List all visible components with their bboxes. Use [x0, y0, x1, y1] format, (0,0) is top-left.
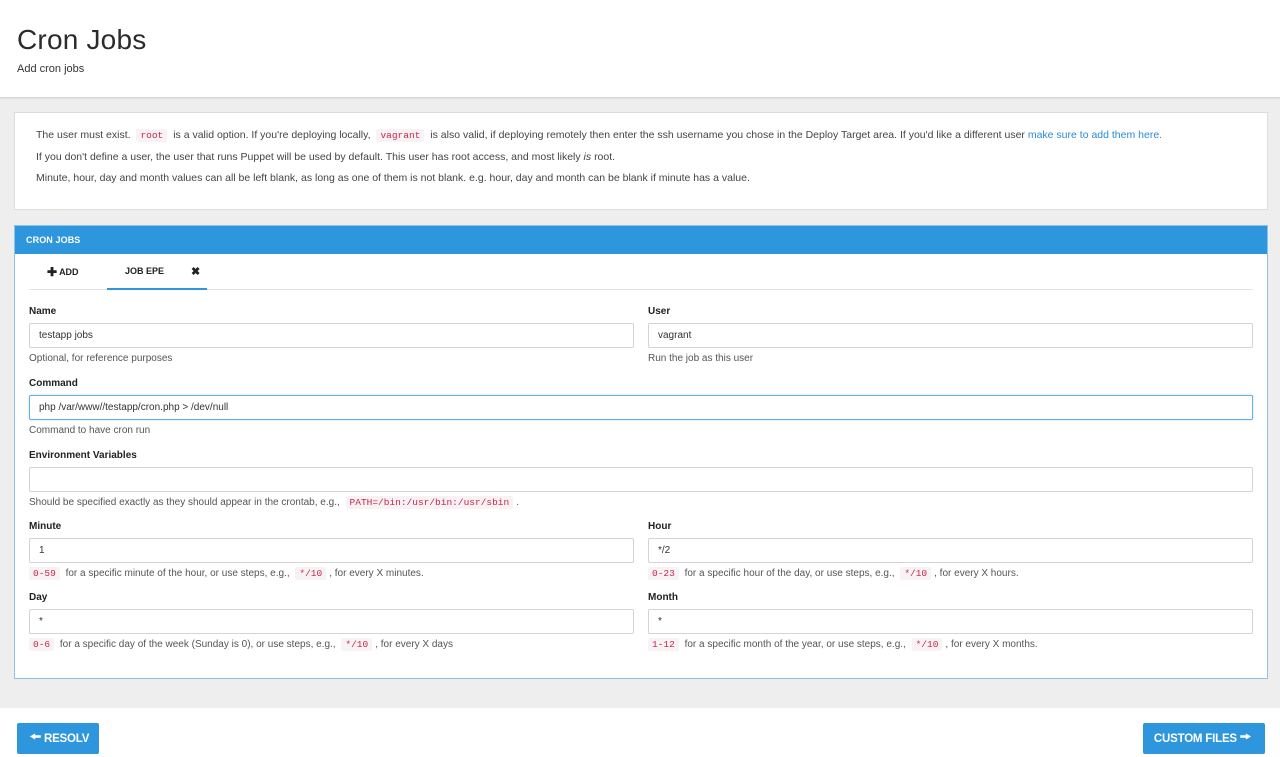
- next-custom-files-button[interactable]: CUSTOM FILES 🠚: [1143, 723, 1265, 754]
- info-line-1: The user must exist. root is a valid opt…: [36, 129, 1163, 142]
- env-label: Environment Variables: [29, 450, 137, 461]
- command-input[interactable]: [29, 395, 1253, 420]
- arrow-left-icon: 🠘: [29, 728, 41, 744]
- panel-heading: CRON JOBS: [15, 226, 1267, 254]
- back-resolv-button[interactable]: 🠘 RESOLV: [17, 723, 99, 754]
- page-header: Cron Jobs Add cron jobs: [0, 0, 1280, 98]
- name-help: Optional, for reference purposes: [29, 353, 173, 364]
- info-line-2: If you don't define a user, the user tha…: [36, 150, 616, 163]
- code-vagrant: vagrant: [376, 129, 425, 142]
- env-input[interactable]: [29, 467, 1253, 492]
- arrow-right-icon: 🠚: [1239, 728, 1252, 744]
- minute-help: 0-59 for a specific minute of the hour, …: [29, 564, 634, 584]
- tab-job-label: JOB EPE: [125, 266, 165, 276]
- code-path-example: PATH=/bin:/usr/bin:/usr/sbin: [345, 496, 514, 509]
- info-box: The user must exist. root is a valid opt…: [14, 112, 1268, 210]
- user-field-group: User Run the job as this user: [648, 304, 1253, 369]
- day-input[interactable]: [29, 609, 634, 634]
- day-label: Day: [29, 592, 48, 603]
- main-area: The user must exist. root is a valid opt…: [0, 98, 1280, 708]
- hour-help: 0-23 for a specific hour of the day, or …: [648, 564, 1253, 584]
- cron-job-form: Name Optional, for reference purposes Us…: [15, 290, 1267, 655]
- add-users-link[interactable]: make sure to add them here.: [1028, 129, 1162, 141]
- minute-field-group: Minute 0-59 for a specific minute of the…: [29, 519, 634, 584]
- name-label: Name: [29, 306, 57, 317]
- command-help: Command to have cron run: [29, 425, 151, 436]
- day-help: 0-6 for a specific day of the week (Sund…: [29, 635, 634, 655]
- info-line-3: Minute, hour, day and month values can a…: [36, 172, 750, 184]
- user-input[interactable]: [648, 323, 1253, 348]
- tab-bar: ✚ ADD JOB EPE ✖: [29, 254, 1253, 290]
- page-subtitle: Add cron jobs: [17, 63, 85, 75]
- month-input[interactable]: [648, 609, 1253, 634]
- minute-input[interactable]: [29, 538, 634, 563]
- code-root: root: [136, 129, 168, 142]
- month-label: Month: [648, 592, 678, 603]
- tab-add[interactable]: ✚ ADD: [29, 254, 107, 289]
- tab-add-label: ADD: [59, 266, 79, 277]
- hour-label: Hour: [648, 521, 672, 532]
- cron-jobs-panel: CRON JOBS ✚ ADD JOB EPE ✖ Name Optional,…: [14, 225, 1268, 679]
- minute-label: Minute: [29, 521, 62, 532]
- close-icon[interactable]: ✖: [191, 265, 200, 278]
- env-field-group: Environment Variables Should be specifie…: [29, 448, 1253, 513]
- user-label: User: [648, 306, 671, 317]
- month-field-group: Month 1-12 for a specific month of the y…: [648, 590, 1253, 655]
- plus-icon: ✚: [47, 264, 58, 279]
- name-field-group: Name Optional, for reference purposes: [29, 304, 634, 369]
- page-title: Cron Jobs: [17, 24, 147, 55]
- env-help: Should be specified exactly as they shou…: [29, 496, 519, 509]
- wizard-footer: 🠘 RESOLV CUSTOM FILES 🠚: [0, 708, 1280, 757]
- tab-job-epe[interactable]: JOB EPE ✖: [107, 254, 207, 290]
- name-input[interactable]: [29, 323, 634, 348]
- user-help: Run the job as this user: [648, 353, 754, 364]
- command-label: Command: [29, 378, 78, 389]
- month-help: 1-12 for a specific month of the year, o…: [648, 635, 1253, 655]
- hour-field-group: Hour 0-23 for a specific hour of the day…: [648, 519, 1253, 584]
- day-field-group: Day 0-6 for a specific day of the week (…: [29, 590, 634, 655]
- hour-input[interactable]: [648, 538, 1253, 563]
- command-field-group: Command Command to have cron run: [29, 376, 1253, 441]
